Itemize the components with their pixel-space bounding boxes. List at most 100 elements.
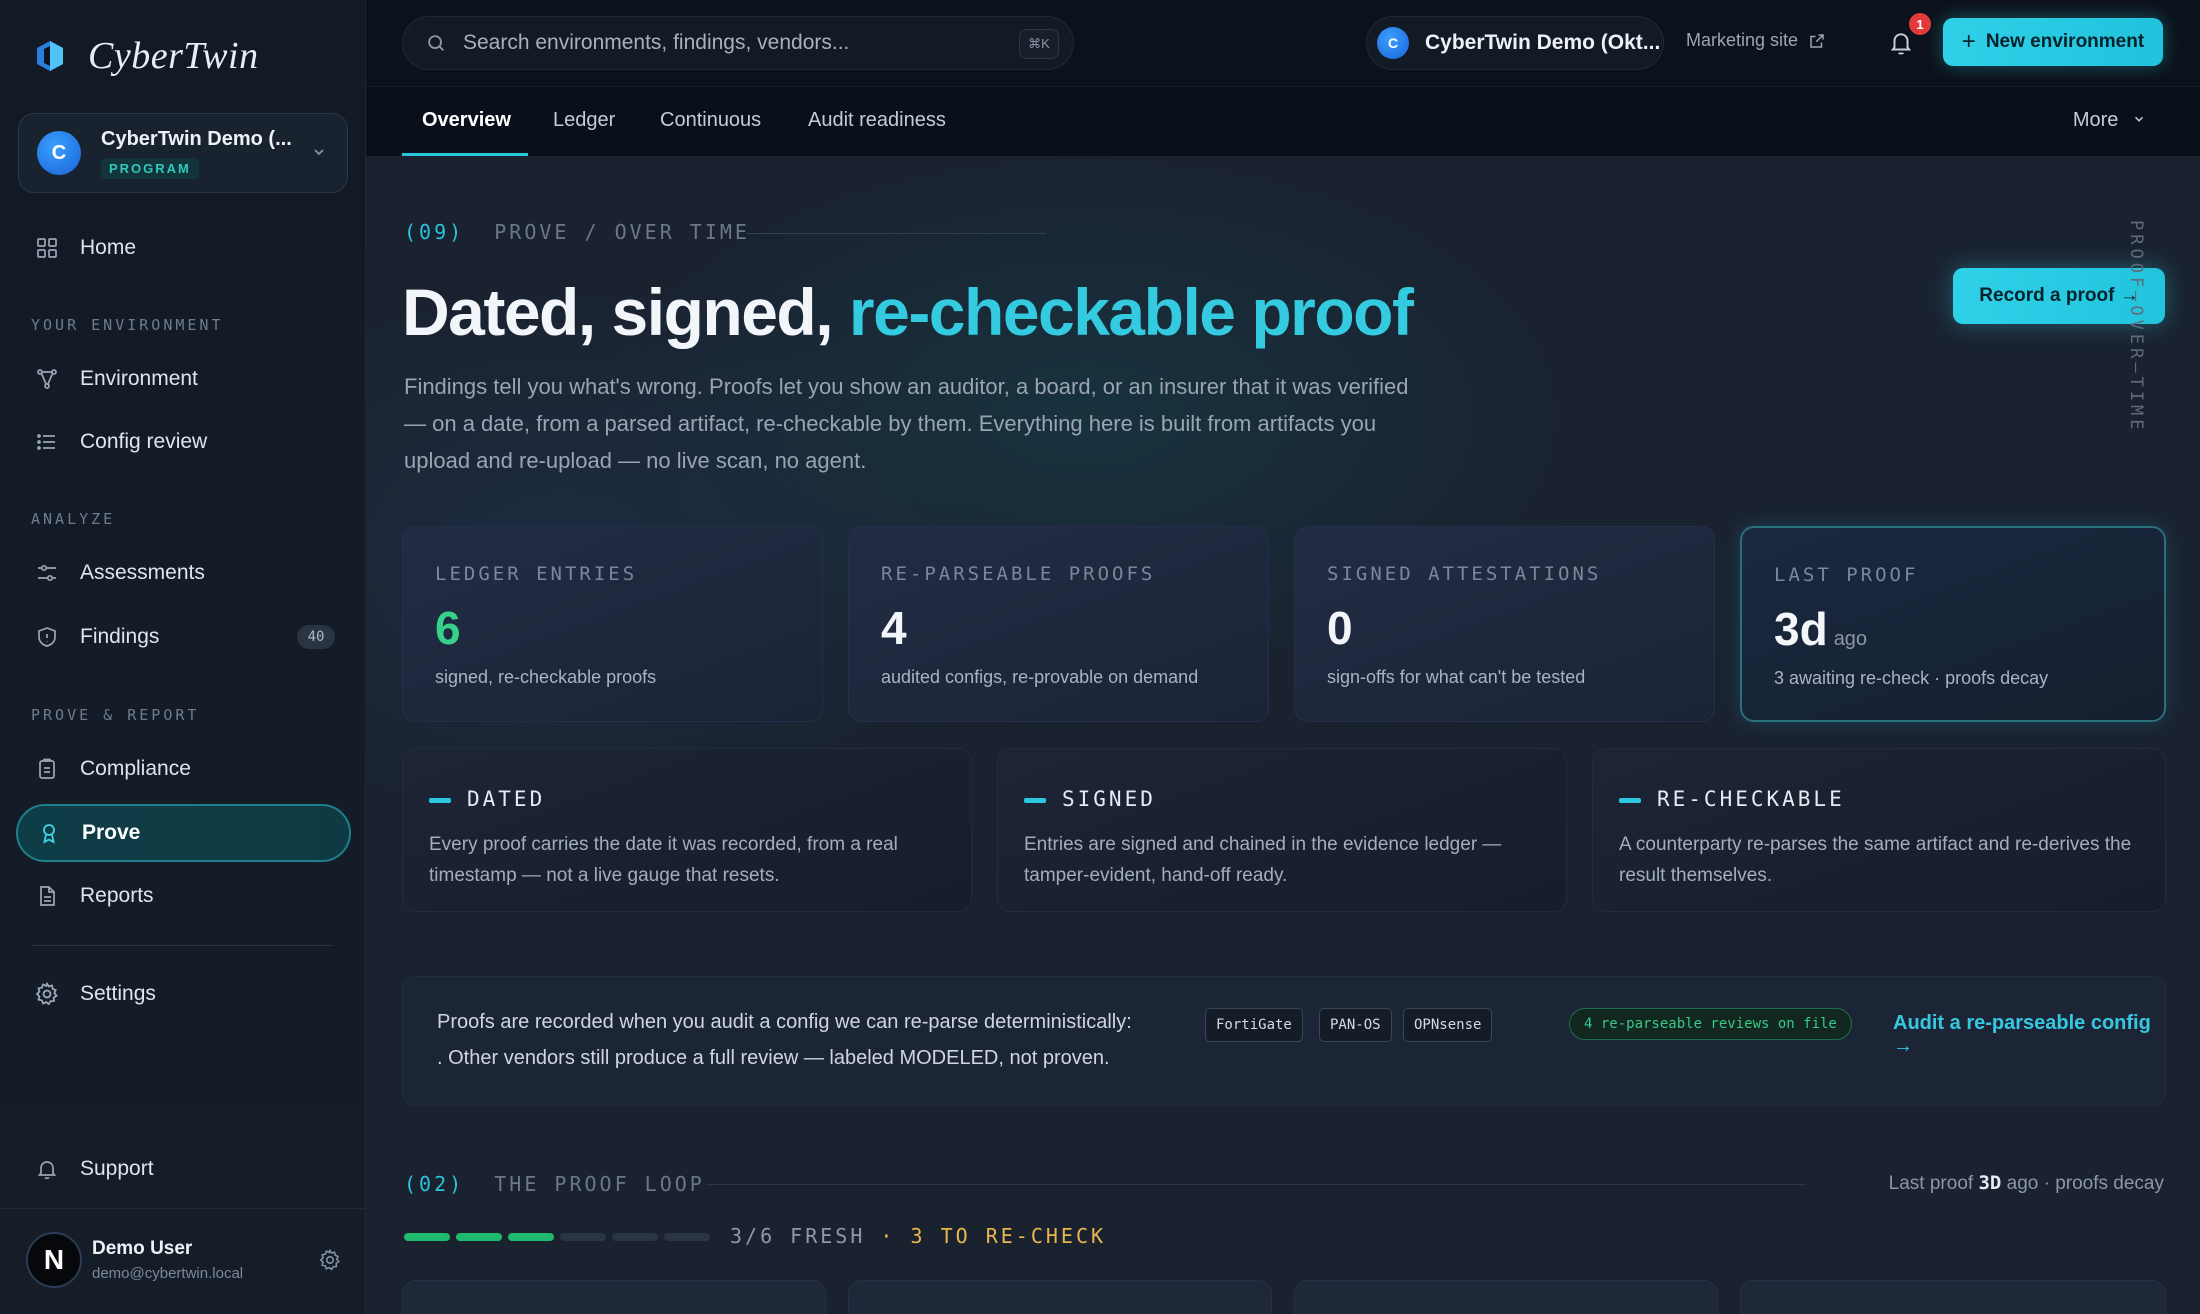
environment-switcher[interactable]: C CyberTwin Demo (Okt... — [1366, 16, 1664, 70]
freshness-segment — [664, 1233, 710, 1241]
search-input[interactable]: Search environments, findings, vendors..… — [463, 31, 849, 55]
recheck-count: 3 TO RE-CHECK — [910, 1224, 1107, 1248]
stat-label: RE-PARSEABLE PROOFS — [881, 563, 1156, 585]
sidebar-item-label: Reports — [80, 884, 154, 907]
freshness-segment — [560, 1233, 606, 1241]
sliders-icon — [34, 560, 60, 586]
freshness-segment — [404, 1233, 450, 1241]
chevron-down-icon — [2134, 116, 2144, 122]
more-label: More — [2072, 109, 2119, 131]
org-avatar: C — [37, 131, 81, 175]
sidebar-item-reports[interactable]: Reports — [16, 867, 351, 925]
user-email: demo@cybertwin.local — [92, 1265, 244, 1282]
banner-text: Proofs are recorded when you audit a con… — [437, 1011, 1132, 1033]
stat-value-number: 3d — [1774, 603, 1828, 655]
section-eyebrow: (09) PROVE / OVER TIME — [404, 220, 750, 244]
loop-card — [1740, 1280, 2166, 1314]
env-name: CyberTwin Demo (Okt... — [1425, 31, 1661, 54]
stat-label: LAST PROOF — [1774, 564, 1919, 586]
stat-value-suffix: ago — [1833, 628, 1868, 650]
stat-value: 6 — [435, 602, 461, 654]
loop-card — [402, 1280, 826, 1314]
proof-loop-heading: (02) THE PROOF LOOP — [404, 1172, 705, 1196]
stat-value: 0 — [1327, 602, 1353, 654]
section-label: THE PROOF LOOP — [494, 1172, 705, 1196]
notifications-badge: 1 — [1909, 13, 1931, 35]
grid-icon — [34, 235, 60, 261]
search-bar[interactable]: Search environments, findings, vendors..… — [402, 16, 1074, 70]
stat-card-ledger-entries: LEDGER ENTRIES 6 signed, re-checkable pr… — [402, 526, 823, 722]
sidebar: CyberTwin C CyberTwin Demo (... PROGRAM … — [0, 0, 366, 1314]
findings-count-badge: 40 — [297, 625, 335, 649]
principle-title: SIGNED — [1062, 787, 1156, 811]
principle-text: A counterparty re-parses the same artifa… — [1619, 834, 2132, 886]
badge-icon — [36, 820, 62, 846]
bell-icon — [34, 1156, 60, 1182]
sidebar-item-home[interactable]: Home — [16, 219, 351, 277]
tab-overview[interactable]: Overview — [422, 109, 511, 132]
new-environment-button[interactable]: + New environment — [1943, 18, 2163, 66]
sidebar-item-label: Support — [80, 1157, 154, 1180]
sidebar-item-assessments[interactable]: Assessments — [16, 544, 351, 602]
sidebar-item-environment[interactable]: Environment — [16, 350, 351, 408]
stat-label: SIGNED ATTESTATIONS — [1327, 563, 1602, 585]
page-tabs: Overview Ledger Continuous Audit readine… — [366, 86, 2200, 156]
principle-text: Every proof carries the date it was reco… — [429, 834, 898, 886]
marketing-site-link[interactable]: Marketing site — [1686, 30, 1826, 51]
sidebar-divider — [0, 1208, 366, 1209]
sidebar-item-prove[interactable]: Prove — [16, 804, 351, 862]
shield-icon — [34, 624, 60, 650]
gear-icon[interactable] — [318, 1248, 342, 1272]
main-content: (09) PROVE / OVER TIME Dated, signed, re… — [366, 156, 2200, 1314]
freshness-status: 3/6 FRESH · 3 TO RE-CHECK — [730, 1224, 1106, 1248]
sidebar-item-findings[interactable]: Findings 40 — [16, 608, 351, 666]
top-bar: Search environments, findings, vendors..… — [366, 0, 2200, 86]
freshness-bar — [404, 1233, 710, 1241]
section-number: (09) — [404, 220, 465, 244]
more-menu[interactable]: More — [2073, 109, 2146, 132]
principle-card-recheckable: RE-CHECKABLE A counterparty re-parses th… — [1592, 748, 2166, 912]
page-description: Findings tell you what's wrong. Proofs l… — [404, 374, 1409, 473]
last-proof-suffix: ago · proofs decay — [2006, 1173, 2164, 1194]
nav-section-environment: YOUR ENVIRONMENT — [31, 316, 224, 334]
gear-icon — [34, 981, 60, 1007]
vendor-chip: PAN-OS — [1319, 1008, 1392, 1042]
vendor-chip: FortiGate — [1205, 1008, 1303, 1042]
tab-audit-readiness[interactable]: Audit readiness — [808, 109, 946, 132]
stat-caption: audited configs, re-provable on demand — [881, 667, 1199, 687]
clipboard-icon — [34, 756, 60, 782]
loop-card — [848, 1280, 1272, 1314]
env-avatar: C — [1377, 27, 1409, 59]
brand[interactable]: CyberTwin — [32, 34, 259, 78]
eyebrow-divider — [746, 233, 1046, 234]
stat-card-last-proof: LAST PROOF 3d ago 3 awaiting re-check · p… — [1740, 526, 2166, 722]
brand-name: CyberTwin — [88, 35, 259, 77]
reparseable-count-chip: 4 re-parseable reviews on file — [1569, 1008, 1852, 1040]
sidebar-item-compliance[interactable]: Compliance — [16, 740, 351, 798]
stat-value: 3d ago — [1774, 602, 1867, 656]
user-menu[interactable]: N Demo User demo@cybertwin.local — [26, 1228, 348, 1292]
external-link-icon — [1810, 33, 1824, 48]
stat-label: LEDGER ENTRIES — [435, 563, 638, 585]
sidebar-item-label: Config review — [80, 430, 208, 453]
notifications-icon[interactable] — [1888, 28, 1914, 58]
stat-card-reparseable-proofs: RE-PARSEABLE PROOFS 4 audited configs, r… — [848, 526, 1269, 722]
logo-icon — [37, 41, 63, 71]
last-proof-value: 3D — [1978, 1172, 2002, 1194]
audit-config-link[interactable]: Audit a re-parseable config → — [1893, 1012, 2165, 1058]
marketing-site-label: Marketing site — [1686, 30, 1799, 50]
sidebar-item-label: Assessments — [80, 561, 205, 584]
last-proof-prefix: Last proof — [1888, 1173, 1974, 1194]
tab-continuous[interactable]: Continuous — [660, 109, 761, 132]
sidebar-item-settings[interactable]: Settings — [16, 965, 351, 1023]
banner-text: . Other vendors still produce a full rev… — [437, 1047, 1110, 1069]
plus-icon: + — [1961, 28, 1976, 55]
stat-card-signed-attestations: SIGNED ATTESTATIONS 0 sign-offs for what… — [1294, 526, 1715, 722]
search-shortcut: ⌘K — [1019, 29, 1059, 59]
org-switcher[interactable]: C CyberTwin Demo (... PROGRAM — [18, 113, 348, 193]
chevron-down-icon — [314, 149, 324, 156]
sidebar-item-support[interactable]: Support — [16, 1140, 351, 1198]
sidebar-item-config-review[interactable]: Config review — [16, 413, 351, 471]
tab-ledger[interactable]: Ledger — [553, 109, 615, 132]
new-environment-label: New environment — [1985, 31, 2145, 52]
